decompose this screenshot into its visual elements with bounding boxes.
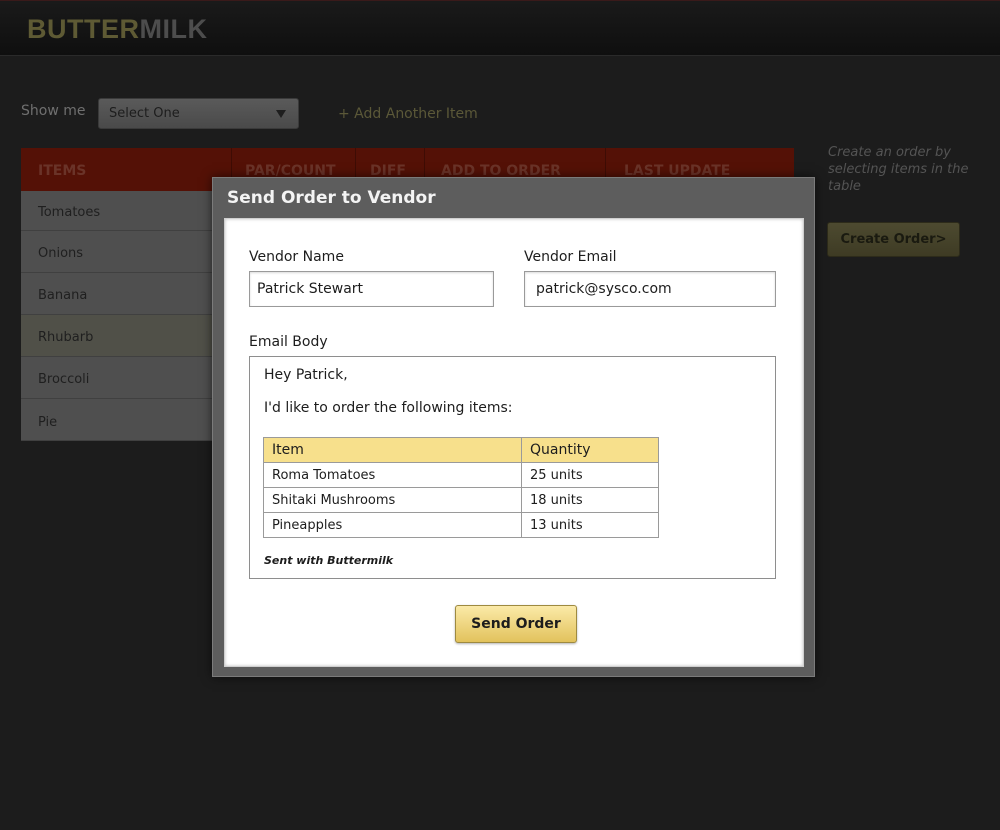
create-order-hint: Create an order by selecting items in th…	[828, 145, 969, 194]
send-order-modal: Send Order to Vendor Vendor Name Vendor …	[212, 177, 815, 677]
table-row[interactable]: Tomatoes	[21, 191, 213, 231]
table-row: Pineapples 13 units	[263, 512, 659, 538]
email-greeting: Hey Patrick,	[264, 367, 348, 383]
email-body-label: Email Body	[249, 334, 328, 350]
row-item-name: Banana	[38, 288, 88, 303]
row-item-name: Pie	[38, 415, 58, 430]
table-row: Shitaki Mushrooms 18 units	[263, 487, 659, 513]
add-another-item-link[interactable]: + Add Another Item	[338, 106, 478, 122]
email-intro: I'd like to order the following items:	[264, 400, 513, 416]
row-item-name: Onions	[38, 246, 84, 261]
table-row[interactable]: Onions	[21, 231, 213, 273]
logo-part-2: MILK	[139, 14, 208, 44]
logo-part-1: BUTTER	[27, 14, 140, 44]
vendor-name-input[interactable]	[249, 271, 494, 307]
order-item-name: Pineapples	[263, 512, 522, 538]
order-item-quantity: 18 units	[521, 487, 659, 513]
vendor-name-label: Vendor Name	[249, 249, 344, 265]
column-header-items[interactable]: ITEMS	[38, 163, 86, 179]
items-table-body: Tomatoes Onions Banana Rhubarb Broccoli …	[21, 191, 213, 441]
app-logo[interactable]: BUTTERMILK	[27, 14, 207, 45]
show-me-label: Show me	[21, 103, 86, 119]
select-value: Select One	[109, 106, 180, 121]
vendor-email-label: Vendor Email	[524, 249, 617, 265]
table-row[interactable]: Pie	[21, 399, 213, 441]
top-bar: BUTTERMILK	[0, 0, 1000, 56]
table-row[interactable]: Rhubarb	[21, 315, 213, 357]
order-item-name: Roma Tomatoes	[263, 462, 522, 488]
create-order-button[interactable]: Create Order>	[827, 222, 960, 257]
order-column-item: Item	[263, 437, 522, 463]
modal-title: Send Order to Vendor	[227, 188, 436, 208]
order-column-quantity: Quantity	[521, 437, 659, 463]
chevron-down-icon	[276, 110, 286, 118]
modal-body: Vendor Name Vendor Email Email Body Hey …	[224, 218, 804, 667]
table-row: Roma Tomatoes 25 units	[263, 462, 659, 488]
send-order-button[interactable]: Send Order	[455, 605, 577, 643]
show-me-select[interactable]: Select One	[98, 98, 299, 129]
order-item-quantity: 13 units	[521, 512, 659, 538]
email-signoff: Sent with Buttermilk	[264, 554, 394, 567]
order-table-header-row: Item Quantity	[263, 437, 659, 463]
order-item-name: Shitaki Mushrooms	[263, 487, 522, 513]
table-row[interactable]: Banana	[21, 273, 213, 315]
table-row[interactable]: Broccoli	[21, 357, 213, 399]
order-items-table: Item Quantity Roma Tomatoes 25 units Shi…	[263, 437, 659, 538]
email-body-editor[interactable]: Hey Patrick, I'd like to order the follo…	[249, 356, 776, 579]
row-item-name: Rhubarb	[38, 330, 94, 345]
order-item-quantity: 25 units	[521, 462, 659, 488]
vendor-email-input[interactable]	[524, 271, 776, 307]
row-item-name: Tomatoes	[38, 205, 101, 220]
row-item-name: Broccoli	[38, 372, 90, 387]
